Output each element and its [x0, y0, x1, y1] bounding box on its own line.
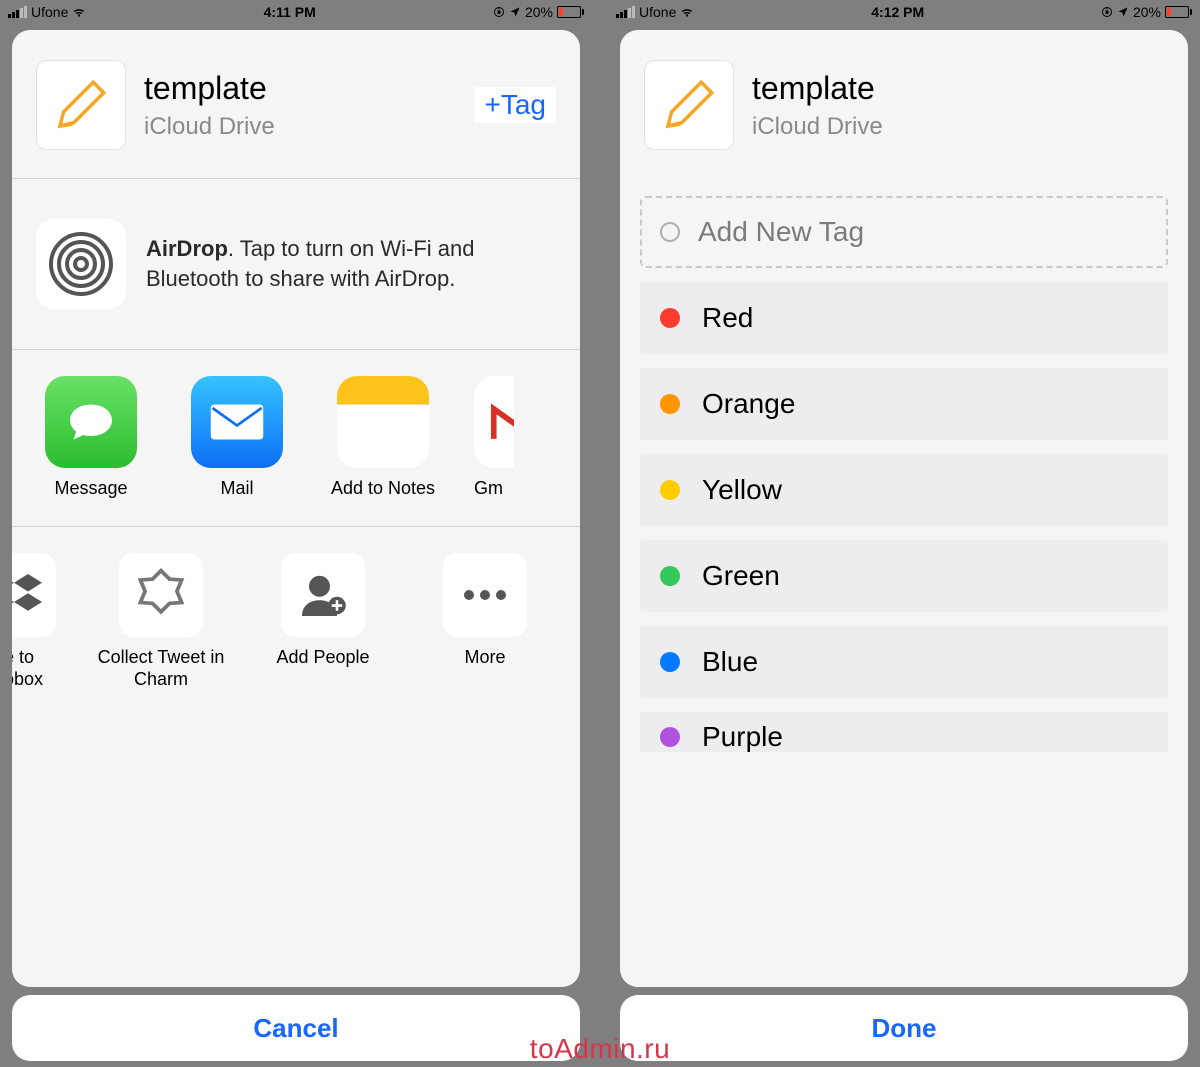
wifi-icon — [680, 5, 694, 19]
file-title: template — [144, 70, 457, 107]
signal-icon — [8, 6, 27, 18]
file-location: iCloud Drive — [144, 113, 457, 141]
phone-left: Ufone 4:11 PM 20% template — [0, 0, 592, 1067]
tag-row-purple[interactable]: Purple — [640, 712, 1168, 752]
app-gmail[interactable]: Gm — [474, 376, 514, 500]
tag-row-orange[interactable]: Orange — [640, 368, 1168, 440]
airdrop-row[interactable]: AirDrop. Tap to turn on Wi-Fi and Blueto… — [12, 179, 580, 349]
tag-label: Yellow — [702, 474, 782, 506]
app-label: Add to Notes — [331, 478, 435, 500]
app-label: Message — [54, 478, 127, 500]
app-notes[interactable]: Add to Notes — [328, 376, 438, 500]
share-actions-row[interactable]: e to obox Collect Tweet in Charm Add Peo… — [12, 527, 580, 690]
empty-circle-icon — [660, 222, 680, 242]
tag-dot-icon — [660, 652, 680, 672]
pencil-icon — [53, 77, 109, 133]
phone-right: Ufone 4:12 PM 20% template iClou — [608, 0, 1200, 1067]
file-thumbnail — [644, 60, 734, 150]
action-label: More — [464, 647, 505, 669]
tag-row-green[interactable]: Green — [640, 540, 1168, 612]
status-time: 4:12 PM — [871, 4, 924, 20]
action-label: Collect Tweet in Charm — [96, 647, 226, 690]
mail-icon — [209, 402, 265, 442]
pencil-icon — [661, 77, 717, 133]
add-tag-placeholder: Add New Tag — [698, 216, 864, 248]
location-icon — [1117, 6, 1129, 18]
tag-label: Green — [702, 560, 780, 592]
battery-icon — [1165, 6, 1192, 18]
action-collect-tweet[interactable]: Collect Tweet in Charm — [96, 553, 226, 690]
battery-pct: 20% — [525, 4, 553, 20]
share-apps-row[interactable]: Message Mail Add to Notes — [12, 350, 580, 526]
app-label: Gm — [474, 478, 503, 500]
tag-list: Add New Tag Red Orange Yellow Green — [620, 178, 1188, 752]
tag-dot-icon — [660, 480, 680, 500]
done-button[interactable]: Done — [620, 995, 1188, 1061]
status-time: 4:11 PM — [264, 4, 316, 20]
orientation-lock-icon — [493, 6, 505, 18]
app-message[interactable]: Message — [36, 376, 146, 500]
add-people-icon — [295, 567, 351, 623]
more-icon — [461, 587, 509, 603]
action-label: e to obox — [12, 647, 64, 690]
app-mail[interactable]: Mail — [182, 376, 292, 500]
airdrop-text: AirDrop. Tap to turn on Wi-Fi and Blueto… — [146, 234, 556, 293]
file-location: iCloud Drive — [752, 113, 1164, 141]
file-title: template — [752, 70, 1164, 107]
tag-dot-icon — [660, 308, 680, 328]
cancel-button[interactable]: Cancel — [12, 995, 580, 1061]
tag-row-red[interactable]: Red — [640, 282, 1168, 354]
tag-dot-icon — [660, 727, 680, 747]
share-sheet: template iCloud Drive +Tag AirDrop. Tap … — [12, 30, 580, 987]
orientation-lock-icon — [1101, 6, 1113, 18]
tag-row-blue[interactable]: Blue — [640, 626, 1168, 698]
airdrop-icon — [36, 219, 126, 309]
carrier-label: Ufone — [639, 4, 676, 20]
tag-sheet: template iCloud Drive Add New Tag Red Or… — [620, 30, 1188, 987]
action-dropbox[interactable]: e to obox — [12, 553, 64, 690]
file-thumbnail — [36, 60, 126, 150]
dropbox-icon — [12, 567, 42, 623]
tag-dot-icon — [660, 394, 680, 414]
app-label: Mail — [220, 478, 253, 500]
tag-label: Purple — [702, 721, 783, 752]
action-label: Add People — [276, 647, 369, 669]
action-add-people[interactable]: Add People — [258, 553, 388, 669]
add-tag-button[interactable]: +Tag — [475, 87, 557, 123]
signal-icon — [616, 6, 635, 18]
charm-icon — [131, 565, 191, 625]
tag-row-yellow[interactable]: Yellow — [640, 454, 1168, 526]
file-header: template iCloud Drive +Tag — [12, 30, 580, 178]
battery-icon — [557, 6, 584, 18]
carrier-label: Ufone — [31, 4, 68, 20]
gmail-icon — [490, 400, 514, 444]
status-bar: Ufone 4:12 PM 20% — [608, 0, 1200, 24]
tag-label: Red — [702, 302, 753, 334]
wifi-icon — [72, 5, 86, 19]
location-icon — [509, 6, 521, 18]
battery-pct: 20% — [1133, 4, 1161, 20]
action-more[interactable]: More — [420, 553, 550, 669]
message-icon — [63, 394, 119, 450]
file-header: template iCloud Drive — [620, 30, 1188, 178]
tag-dot-icon — [660, 566, 680, 586]
status-bar: Ufone 4:11 PM 20% — [0, 0, 592, 24]
tag-label: Orange — [702, 388, 795, 420]
add-new-tag-input[interactable]: Add New Tag — [640, 196, 1168, 268]
tag-label: Blue — [702, 646, 758, 678]
